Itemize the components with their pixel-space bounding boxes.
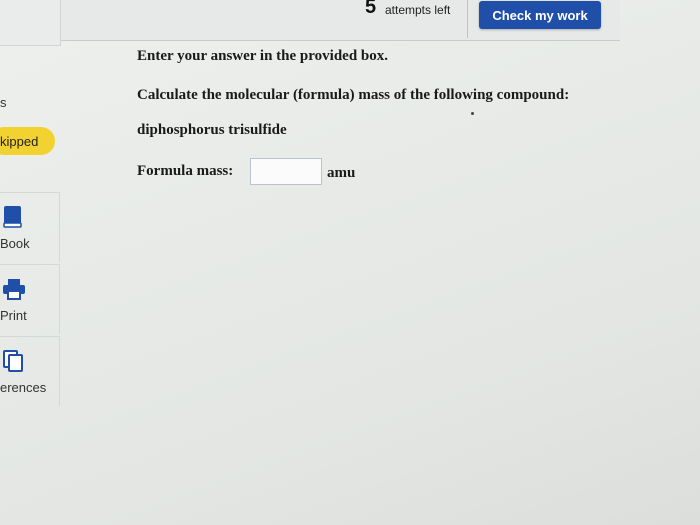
formula-mass-input[interactable] xyxy=(250,158,322,185)
attempts-label: attempts left xyxy=(385,3,451,17)
sidebar-section-label: s xyxy=(0,95,7,110)
references-icon xyxy=(2,349,26,378)
check-my-work-button[interactable]: Check my work xyxy=(479,1,601,29)
unit-label: amu xyxy=(327,165,356,181)
sidebar-item-label: erences xyxy=(0,380,47,395)
skipped-status-badge[interactable]: kipped xyxy=(0,127,55,155)
printer-icon xyxy=(2,277,26,306)
sidebar-item-references[interactable]: erences xyxy=(0,336,60,406)
attempts-indicator: 5 attempts left xyxy=(355,0,468,38)
attempts-count: 5 xyxy=(365,0,377,18)
sidebar-item-book[interactable]: Book xyxy=(0,192,60,262)
sidebar-top-panel xyxy=(0,0,61,46)
sidebar: s kipped Book Print erences xyxy=(0,0,61,525)
formula-mass-label: Formula mass: xyxy=(137,163,234,179)
sidebar-item-label: Book xyxy=(0,236,30,251)
question-prompt: Calculate the molecular (formula) mass o… xyxy=(137,87,570,103)
top-toolbar: 5 attempts left Check my work xyxy=(0,0,620,41)
sidebar-item-label: Print xyxy=(0,308,27,323)
compound-name: diphosphorus trisulfide xyxy=(137,122,287,138)
instruction-text: Enter your answer in the provided box. xyxy=(137,48,389,64)
book-icon xyxy=(2,205,24,234)
stray-mark xyxy=(471,112,474,115)
sidebar-item-print[interactable]: Print xyxy=(0,264,60,334)
